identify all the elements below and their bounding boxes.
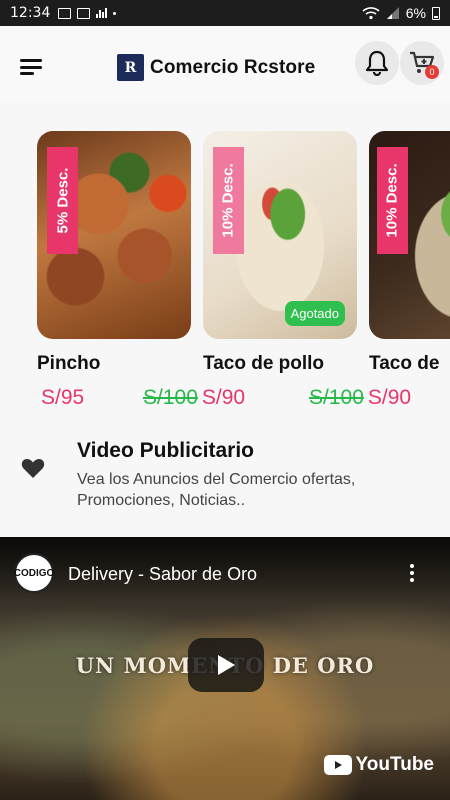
video-promo-section: Video Publicitario Vea los Anuncios del …	[0, 432, 450, 532]
image-notification-icon	[58, 7, 72, 19]
promo-title: Video Publicitario	[77, 439, 254, 462]
youtube-label: YouTube	[355, 754, 434, 775]
product-card[interactable]: 5% Desc. Pincho S/95	[37, 131, 191, 410]
cart-count-badge: 0	[425, 65, 439, 79]
old-price: S/100	[143, 386, 198, 409]
old-price: S/100	[309, 386, 364, 409]
play-icon	[218, 655, 235, 675]
brand-logo: R	[117, 54, 144, 81]
product-carousel[interactable]: 5% Desc. Pincho S/95 10% Desc. Agotado T…	[0, 131, 450, 421]
battery-percent: 6%	[405, 5, 426, 21]
battery-icon	[432, 6, 440, 20]
discount-ribbon: 5% Desc.	[47, 147, 78, 254]
signal-icon	[386, 7, 399, 19]
product-name: Taco de pollo	[203, 353, 325, 374]
product-name: Taco de	[369, 353, 440, 374]
youtube-logo[interactable]: YouTube	[323, 754, 434, 776]
product-card[interactable]: 10% Desc. Agotado Taco de pollo S/100 S/…	[143, 131, 357, 410]
embedded-video-player[interactable]: CODIGO Delivery - Sabor de Oro UN MOMENT…	[0, 537, 450, 800]
product-image[interactable]: 10% Desc. Agotado	[203, 131, 357, 339]
status-time: 12:34	[10, 5, 51, 21]
bell-icon	[365, 50, 389, 76]
product-name: Pincho	[37, 353, 101, 374]
equalizer-notification-icon	[96, 8, 108, 18]
heart-icon[interactable]	[21, 457, 45, 479]
discount-ribbon: 10% Desc.	[377, 147, 408, 254]
discount-ribbon: 10% Desc.	[213, 147, 244, 254]
video-title[interactable]: Delivery - Sabor de Oro	[68, 564, 257, 585]
product-price: S/95	[41, 386, 85, 409]
promo-description: Vea los Anuncios del Comercio ofertas, P…	[77, 471, 356, 509]
status-bar: 12:34 6%	[0, 0, 450, 26]
price-row: S/100 S/90	[309, 386, 450, 410]
notifications-button[interactable]	[355, 41, 399, 85]
app-header: R Comercio Rcstore 0	[0, 26, 450, 102]
product-image[interactable]: 10% Desc.	[369, 131, 450, 339]
wifi-icon	[362, 7, 380, 20]
brand-name: Comercio Rcstore	[150, 56, 316, 78]
product-card[interactable]: 10% Desc. Taco de S/100 S/90	[309, 131, 450, 410]
more-notifications-icon	[113, 11, 117, 15]
cart-button[interactable]: 0	[400, 41, 444, 85]
tv-notification-icon	[77, 7, 91, 19]
product-price: S/90	[367, 386, 412, 409]
channel-avatar[interactable]: CODIGO	[14, 553, 54, 593]
product-image[interactable]: 5% Desc.	[37, 131, 191, 339]
brand: R Comercio Rcstore	[117, 54, 315, 81]
youtube-icon	[323, 755, 352, 775]
sold-out-badge: Agotado	[284, 301, 345, 326]
play-button[interactable]	[188, 638, 264, 692]
menu-icon[interactable]	[20, 59, 42, 75]
status-notification-icons	[58, 7, 117, 19]
more-vert-icon[interactable]	[410, 564, 414, 582]
product-price: S/90	[201, 386, 246, 409]
